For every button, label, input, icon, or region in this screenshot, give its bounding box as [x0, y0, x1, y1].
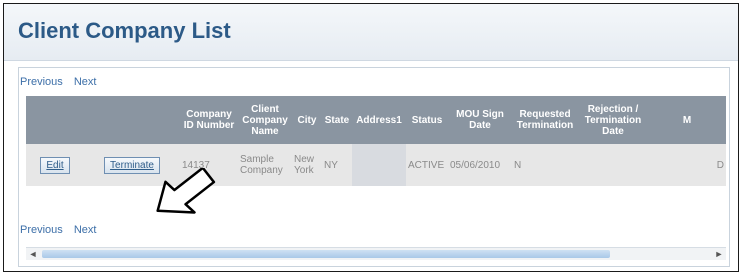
scroll-thumb[interactable] — [42, 250, 610, 258]
page-title: Client Company List — [18, 18, 231, 43]
pointer-arrow-icon — [156, 168, 216, 214]
header-requested-termination[interactable]: Requested Termination — [512, 96, 578, 144]
address1-cell — [352, 144, 406, 186]
next-link-bottom[interactable]: Next — [74, 224, 97, 236]
header-extra[interactable]: M — [648, 96, 726, 144]
header-state[interactable]: State — [322, 96, 352, 144]
header-mou-sign-date[interactable]: MOU Sign Date — [448, 96, 512, 144]
table-header-row: Company ID Number Client Company Name Ci… — [26, 96, 726, 144]
termination-date-cell — [578, 144, 648, 186]
previous-link-top[interactable]: Previous — [20, 76, 63, 88]
header-address1[interactable]: Address1 — [352, 96, 406, 144]
header-terminate — [84, 96, 180, 144]
table-row: Edit Terminate 14137 Sample Company New … — [26, 144, 726, 186]
pager-bottom: Previous Next — [20, 224, 104, 236]
header-company-id[interactable]: Company ID Number — [180, 96, 238, 144]
header-termination-date[interactable]: Rejection / Termination Date — [578, 96, 648, 144]
edit-button[interactable]: Edit — [40, 156, 70, 174]
previous-link-bottom[interactable]: Previous — [20, 224, 63, 236]
state-cell: NY — [322, 144, 352, 186]
extra-cell: D — [648, 144, 726, 186]
title-bar: Client Company List — [4, 4, 738, 61]
scroll-right-icon[interactable]: ► — [712, 248, 726, 260]
pager-top: Previous Next — [20, 76, 104, 88]
header-status[interactable]: Status — [406, 96, 448, 144]
client-company-table: Company ID Number Client Company Name Ci… — [26, 96, 726, 186]
status-cell: ACTIVE — [406, 144, 448, 186]
scroll-left-icon[interactable]: ◄ — [26, 248, 40, 260]
next-link-top[interactable]: Next — [74, 76, 97, 88]
city-cell: New York — [292, 144, 322, 186]
edit-cell: Edit — [26, 144, 84, 186]
header-company-name[interactable]: Client Company Name — [238, 96, 292, 144]
mou-sign-date-cell: 05/06/2010 — [448, 144, 512, 186]
company-name-cell: Sample Company — [238, 144, 292, 186]
header-city[interactable]: City — [292, 96, 322, 144]
horizontal-scrollbar[interactable]: ◄ ► — [26, 247, 726, 260]
header-edit — [26, 96, 84, 144]
requested-termination-cell: N — [512, 144, 578, 186]
